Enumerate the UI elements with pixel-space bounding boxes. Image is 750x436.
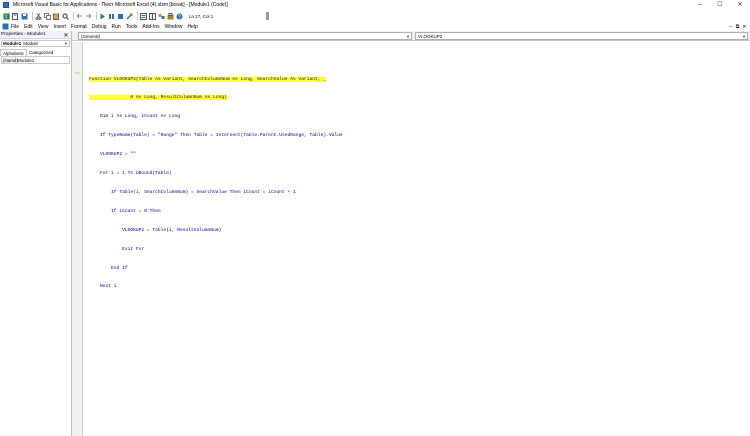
menu-help[interactable]: Help bbox=[187, 24, 197, 30]
find-icon[interactable] bbox=[62, 13, 69, 20]
menu-format[interactable]: Format bbox=[71, 24, 87, 30]
reset-icon[interactable] bbox=[117, 13, 124, 20]
menu-debug[interactable]: Debug bbox=[92, 24, 107, 30]
code-line: If TypeName(Table) = "Range" Then Table … bbox=[89, 133, 343, 139]
code-line: End If bbox=[89, 265, 128, 271]
procedure-combo-value: VLOOKUP2 bbox=[418, 33, 443, 39]
menu-insert[interactable]: Insert bbox=[53, 24, 66, 30]
properties-pane: Properties - Module1 ✕ Module1 Module ▼ … bbox=[0, 31, 72, 436]
toolbar-grip[interactable] bbox=[266, 12, 269, 20]
maximize-button[interactable]: ☐ bbox=[710, 0, 730, 9]
svg-text:?: ? bbox=[178, 14, 181, 20]
toolbar-separator bbox=[32, 12, 33, 20]
redo-icon[interactable] bbox=[85, 13, 92, 20]
design-icon[interactable] bbox=[126, 12, 133, 20]
child-close-button[interactable]: ✕ bbox=[741, 22, 748, 31]
code-line: N As Long, ResultColumnNum As Long) bbox=[89, 95, 343, 101]
chevron-down-icon: ▼ bbox=[742, 33, 746, 39]
code-line: Function VLOOKUP2(Table As Variant, Sear… bbox=[89, 76, 343, 83]
object-type: Module bbox=[23, 41, 39, 46]
code-line: If iCount = N Then bbox=[89, 208, 161, 214]
menu-view[interactable]: View bbox=[38, 24, 49, 30]
vba-menu-icon bbox=[2, 23, 9, 30]
paste-icon[interactable] bbox=[53, 13, 60, 20]
procedure-combo[interactable]: VLOOKUP2 ▼ bbox=[415, 32, 748, 40]
toolbar-separator bbox=[137, 12, 138, 20]
undo-icon[interactable] bbox=[76, 13, 83, 20]
copy-icon[interactable] bbox=[44, 12, 51, 20]
toolbar-separator bbox=[96, 12, 97, 20]
break-icon[interactable] bbox=[108, 13, 115, 20]
child-window-controls: – ⧉ ✕ bbox=[727, 22, 748, 31]
standard-toolbar: X ? Ln 17, Col 1 bbox=[0, 10, 750, 22]
menu-file[interactable]: File bbox=[11, 24, 19, 30]
save-icon[interactable] bbox=[21, 13, 28, 20]
code-margin-indicator-bar[interactable]: ⇨ bbox=[72, 42, 83, 436]
vba-app-icon bbox=[3, 1, 9, 8]
properties-object-combo[interactable]: Module1 Module ▼ bbox=[1, 40, 70, 47]
tab-alphabetic[interactable]: Alphabetic bbox=[0, 49, 28, 56]
properties-header: Properties - Module1 bbox=[0, 31, 71, 39]
object-combo-value: (General) bbox=[81, 33, 101, 39]
object-browser-icon[interactable] bbox=[158, 13, 165, 20]
chevron-down-icon: ▼ bbox=[406, 33, 410, 39]
execution-point-arrow-icon: ⇨ bbox=[75, 70, 81, 77]
toolbar-separator bbox=[73, 12, 74, 20]
object-combo[interactable]: (General) ▼ bbox=[78, 32, 412, 40]
insert-icon[interactable] bbox=[12, 12, 19, 20]
property-key: (Name) bbox=[2, 57, 19, 63]
highlighted-code-line: Function VLOOKUP2(Table As Variant, Sear… bbox=[89, 76, 327, 82]
code-line: VLOOKUP2 = Table(i, ResultColumnNum) bbox=[89, 227, 222, 233]
properties-close-icon[interactable]: ✕ bbox=[62, 31, 70, 39]
help-icon[interactable]: ? bbox=[176, 13, 183, 20]
menu-bar: File Edit View Insert Format Debug Run T… bbox=[0, 22, 750, 31]
code-line: Dim i As Long, iCount As Long bbox=[89, 114, 180, 120]
code-combo-row: (General) ▼ VLOOKUP2 ▼ bbox=[72, 31, 750, 41]
tab-categorized[interactable]: Categorized bbox=[27, 49, 55, 56]
code-window: (General) ▼ VLOOKUP2 ▼ ⇨ Function VLOOKU… bbox=[72, 31, 750, 436]
window-controls: – ☐ ✕ bbox=[690, 0, 750, 9]
properties-icon[interactable] bbox=[149, 12, 156, 20]
window-title: Microsoft Visual Basic for Applications … bbox=[13, 1, 228, 8]
child-restore-button[interactable]: ⧉ bbox=[734, 22, 741, 31]
code-line: For i = 1 To UBound(Table) bbox=[89, 171, 172, 177]
code-line: VLOOKUP2 = "" bbox=[89, 152, 136, 158]
code-line: If Table(i, SearchColumnNum) = SearchVal… bbox=[89, 189, 296, 195]
highlighted-code-line: N As Long, ResultColumnNum As Long) bbox=[89, 95, 227, 101]
menu-run[interactable]: Run bbox=[112, 24, 121, 30]
cut-icon[interactable] bbox=[35, 12, 42, 20]
chevron-down-icon: ▼ bbox=[64, 41, 68, 46]
excel-icon[interactable]: X bbox=[3, 13, 10, 20]
run-icon[interactable] bbox=[99, 13, 106, 20]
menu-edit[interactable]: Edit bbox=[24, 24, 33, 30]
property-value[interactable]: Module1 bbox=[16, 57, 69, 63]
child-minimize-button[interactable]: – bbox=[727, 22, 734, 31]
toolbox-icon[interactable] bbox=[167, 12, 174, 20]
code-editor[interactable]: Function VLOOKUP2(Table As Variant, Sear… bbox=[89, 64, 343, 303]
code-line: Next i bbox=[89, 284, 117, 290]
project-icon[interactable] bbox=[140, 12, 147, 20]
cursor-position: Ln 17, Col 1 bbox=[189, 13, 214, 19]
menu-add-ins[interactable]: Add-Ins bbox=[142, 24, 159, 30]
property-row[interactable]: (Name) Module1 bbox=[1, 56, 70, 64]
menu-window[interactable]: Window bbox=[165, 24, 183, 30]
close-button[interactable]: ✕ bbox=[730, 0, 750, 9]
object-name: Module1 bbox=[3, 41, 22, 46]
menu-tools[interactable]: Tools bbox=[126, 24, 138, 30]
code-line: Exit For bbox=[89, 246, 145, 252]
minimize-button[interactable]: – bbox=[690, 0, 710, 9]
properties-title: Properties - Module1 bbox=[1, 32, 46, 37]
title-bar: Microsoft Visual Basic for Applications … bbox=[0, 0, 750, 9]
properties-tabs: Alphabetic Categorized bbox=[0, 49, 71, 56]
